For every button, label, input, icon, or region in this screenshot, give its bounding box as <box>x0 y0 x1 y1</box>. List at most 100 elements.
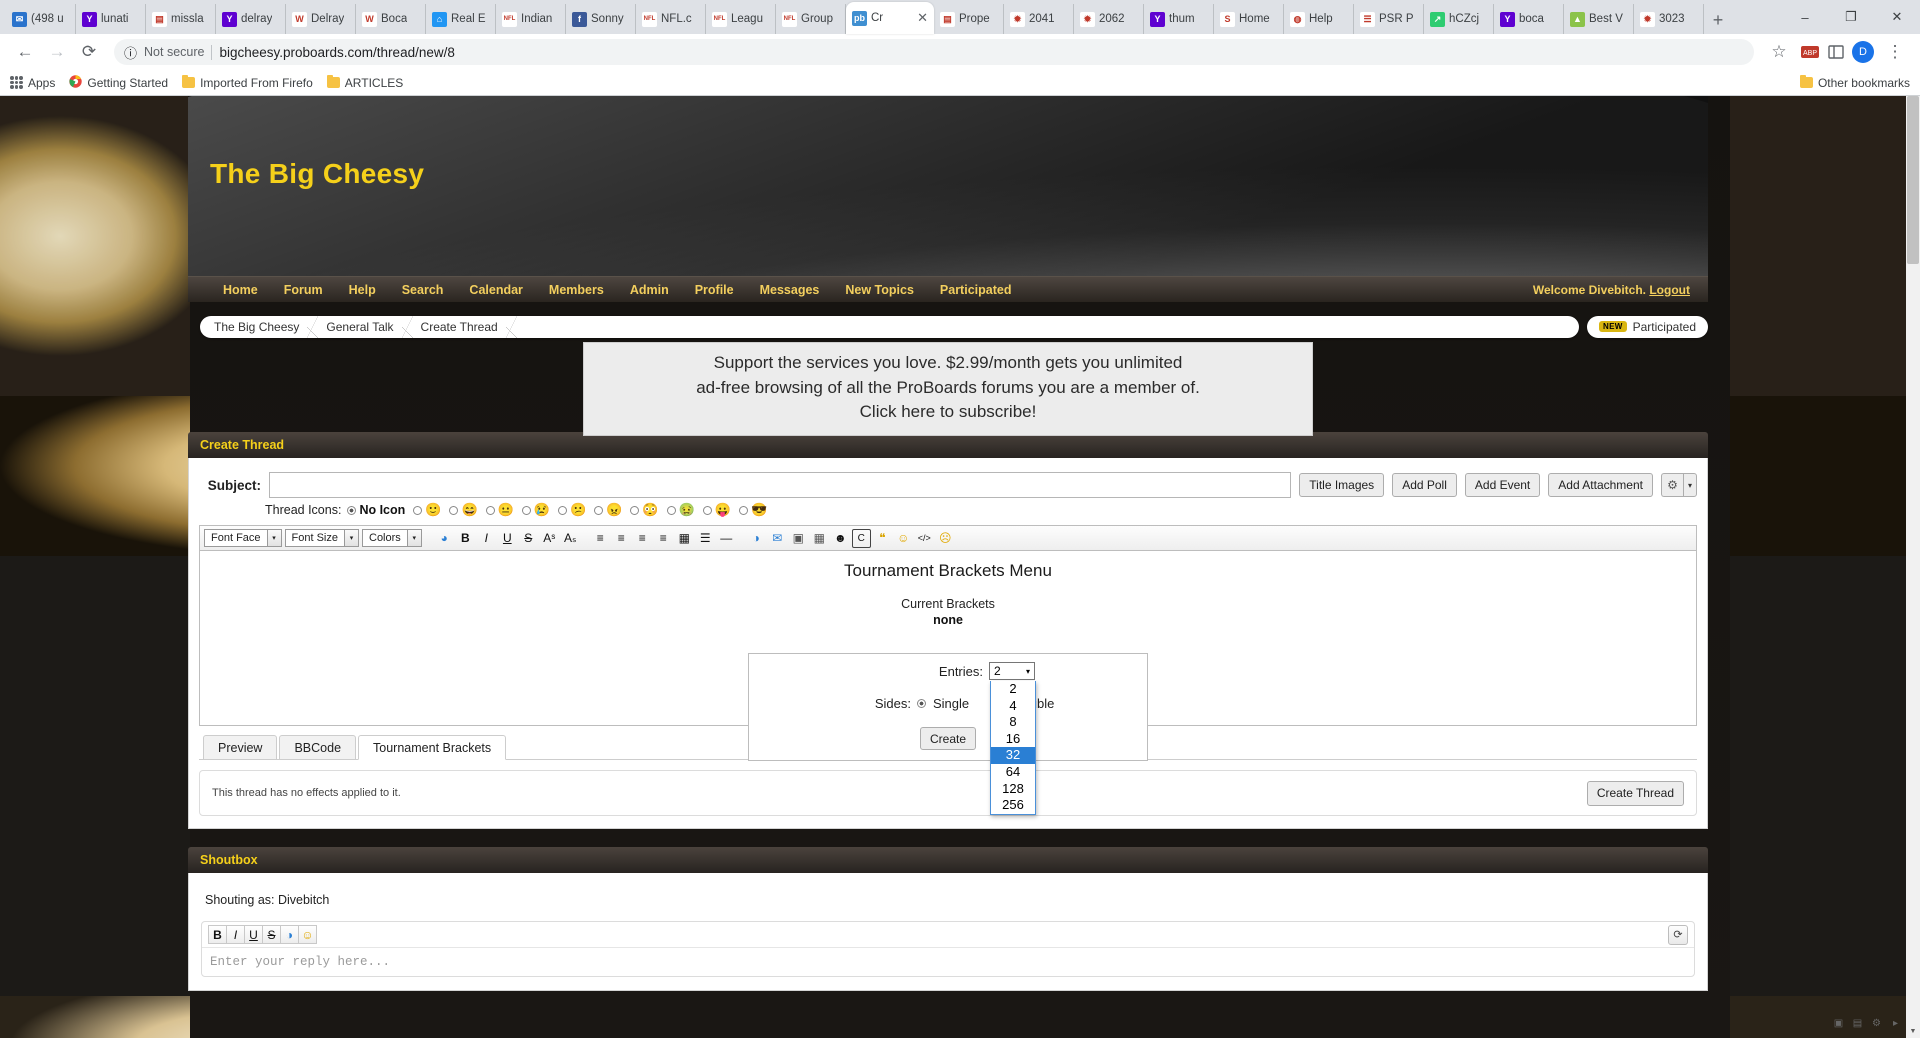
browser-tab-5[interactable]: W Boca <box>356 4 426 34</box>
bullet-list-icon[interactable]: ☰ <box>696 529 715 548</box>
underline-icon[interactable]: U <box>498 529 517 548</box>
entries-option-8[interactable]: 8 <box>991 714 1035 731</box>
entries-option-16[interactable]: 16 <box>991 731 1035 748</box>
browser-tab-6[interactable]: ⌂ Real E <box>426 4 496 34</box>
video-icon[interactable]: ▦ <box>810 529 829 548</box>
nav-item-calendar[interactable]: Calendar <box>456 283 536 297</box>
thread-icon-radio-6[interactable] <box>630 506 640 516</box>
underline-icon[interactable]: U <box>244 925 263 944</box>
gear-icon[interactable]: ⚙ <box>1661 473 1683 497</box>
browser-tab-10[interactable]: NFL Leagu <box>706 4 776 34</box>
browser-tab-18[interactable]: ◍ Help <box>1284 4 1354 34</box>
thread-icon-radio-8[interactable] <box>702 506 712 516</box>
browser-tab-1[interactable]: Ylunati <box>76 4 146 34</box>
thread-icon-radio-3[interactable] <box>521 506 531 516</box>
add-poll-button[interactable]: Add Poll <box>1392 473 1457 497</box>
tab-bbcode[interactable]: BBCode <box>279 735 357 760</box>
browser-tab-22[interactable]: ▲ Best V <box>1564 4 1634 34</box>
entries-dropdown-list[interactable]: 2 4 8 16 32 64 128 256 <box>990 681 1036 815</box>
browser-tab-0[interactable]: ✉ (498 u <box>6 4 76 34</box>
page-scrollbar[interactable]: ▲ ▼ <box>1906 96 1920 1038</box>
bold-icon[interactable]: B <box>456 529 475 548</box>
breadcrumb-item-2[interactable]: Create Thread <box>413 320 506 334</box>
strikethrough-icon[interactable]: S <box>519 529 538 548</box>
browser-tab-11[interactable]: NFL Group <box>776 4 846 34</box>
superscript-icon[interactable]: Aˢ <box>540 529 559 548</box>
extension-icon-2[interactable] <box>1826 42 1846 62</box>
bookmark-articles[interactable]: ARTICLES <box>326 75 403 90</box>
new-tab-button[interactable]: + <box>1704 6 1732 34</box>
nav-item-members[interactable]: Members <box>536 283 617 297</box>
close-window-button[interactable]: ✕ <box>1874 0 1920 34</box>
title-images-button[interactable]: Title Images <box>1299 473 1385 497</box>
thread-icon-emoji-8[interactable]: 😛 <box>715 502 731 517</box>
close-icon[interactable]: ✕ <box>917 10 928 26</box>
quote-icon[interactable]: ❝ <box>873 529 892 548</box>
extension-icon-1[interactable]: ABP <box>1800 42 1820 62</box>
reload-button[interactable]: ⟳ <box>74 37 104 67</box>
subscript-icon[interactable]: Aₛ <box>561 529 580 548</box>
thread-icon-radio-0[interactable] <box>413 506 423 516</box>
forward-button[interactable]: → <box>42 37 72 67</box>
nav-item-forum[interactable]: Forum <box>271 283 336 297</box>
link-icon[interactable]: ◑ <box>280 925 299 944</box>
code-icon[interactable]: C <box>851 528 871 548</box>
subject-input[interactable] <box>269 472 1292 498</box>
table-icon[interactable]: ▦ <box>675 529 694 548</box>
nav-item-home[interactable]: Home <box>210 283 271 297</box>
nav-item-participated[interactable]: Participated <box>927 283 1025 297</box>
scrollbar-thumb[interactable] <box>1907 96 1919 264</box>
align-center-icon[interactable]: ≡ <box>612 529 631 548</box>
thread-icon-emoji-5[interactable]: 😠 <box>606 502 622 517</box>
browser-tab-17[interactable]: S Home <box>1214 4 1284 34</box>
thread-icon-emoji-6[interactable]: 😳 <box>642 502 658 517</box>
thread-icon-radio-4[interactable] <box>558 506 568 516</box>
scroll-down-arrow[interactable]: ▼ <box>1906 1024 1920 1038</box>
nav-item-search[interactable]: Search <box>389 283 457 297</box>
thread-icon-emoji-7[interactable]: 🤢 <box>679 502 695 517</box>
tray-icon-3[interactable]: ▸ <box>1889 1017 1902 1030</box>
chevron-down-icon[interactable]: ▾ <box>1683 473 1697 497</box>
thread-icon-radio-5[interactable] <box>594 506 604 516</box>
maximize-button[interactable]: ❐ <box>1828 0 1874 34</box>
nav-item-admin[interactable]: Admin <box>617 283 682 297</box>
minimize-button[interactable]: – <box>1782 0 1828 34</box>
chrome-menu-icon[interactable]: ⋮ <box>1880 37 1910 67</box>
nav-item-help[interactable]: Help <box>336 283 389 297</box>
browser-tab-20[interactable]: ↗ hCZcj <box>1424 4 1494 34</box>
sides-radio-single[interactable] <box>917 699 926 708</box>
bookmark-star-icon[interactable]: ☆ <box>1764 37 1794 67</box>
entries-option-2[interactable]: 2 <box>991 681 1035 698</box>
italic-icon[interactable]: I <box>226 925 245 944</box>
browser-tab-14[interactable]: ✹ 2041 <box>1004 4 1074 34</box>
add-event-button[interactable]: Add Event <box>1464 473 1541 497</box>
browser-tab-16[interactable]: Ythum <box>1144 4 1214 34</box>
entries-option-64[interactable]: 64 <box>991 764 1035 781</box>
browser-tab-3[interactable]: Ydelray <box>216 4 286 34</box>
tab-tournament-brackets[interactable]: Tournament Brackets <box>358 735 507 760</box>
align-right-icon[interactable]: ≡ <box>633 529 652 548</box>
tab-preview[interactable]: Preview <box>203 735 278 760</box>
bookmark-getting-started[interactable]: Getting Started <box>69 74 168 91</box>
profile-avatar[interactable]: D <box>1852 41 1874 63</box>
thread-icon-emoji-4[interactable]: 😕 <box>570 502 586 517</box>
create-bracket-button[interactable]: Create <box>919 727 977 750</box>
thread-icon-radio-2[interactable] <box>485 506 495 516</box>
bold-icon[interactable]: B <box>208 925 227 944</box>
breadcrumb-item-1[interactable]: General Talk <box>318 320 401 334</box>
email-icon[interactable]: ✉ <box>768 529 787 548</box>
add-attachment-button[interactable]: Add Attachment <box>1548 473 1653 497</box>
user-icon[interactable]: ☻ <box>831 529 850 548</box>
source-icon[interactable]: </> <box>915 529 934 548</box>
nav-item-messages[interactable]: Messages <box>747 283 833 297</box>
entries-option-4[interactable]: 4 <box>991 698 1035 715</box>
thread-icon-radio-9[interactable] <box>738 506 748 516</box>
logout-link[interactable]: Logout <box>1649 283 1690 297</box>
nav-item-profile[interactable]: Profile <box>682 283 747 297</box>
entries-option-32[interactable]: 32 <box>991 747 1035 764</box>
tray-icon-0[interactable]: ▣ <box>1832 1017 1845 1030</box>
thread-icon-emoji-1[interactable]: 😄 <box>461 502 477 517</box>
image-icon[interactable]: ▣ <box>789 529 808 548</box>
tray-icon-2[interactable]: ⚙ <box>1870 1017 1883 1030</box>
browser-tab-8[interactable]: f Sonny <box>566 4 636 34</box>
